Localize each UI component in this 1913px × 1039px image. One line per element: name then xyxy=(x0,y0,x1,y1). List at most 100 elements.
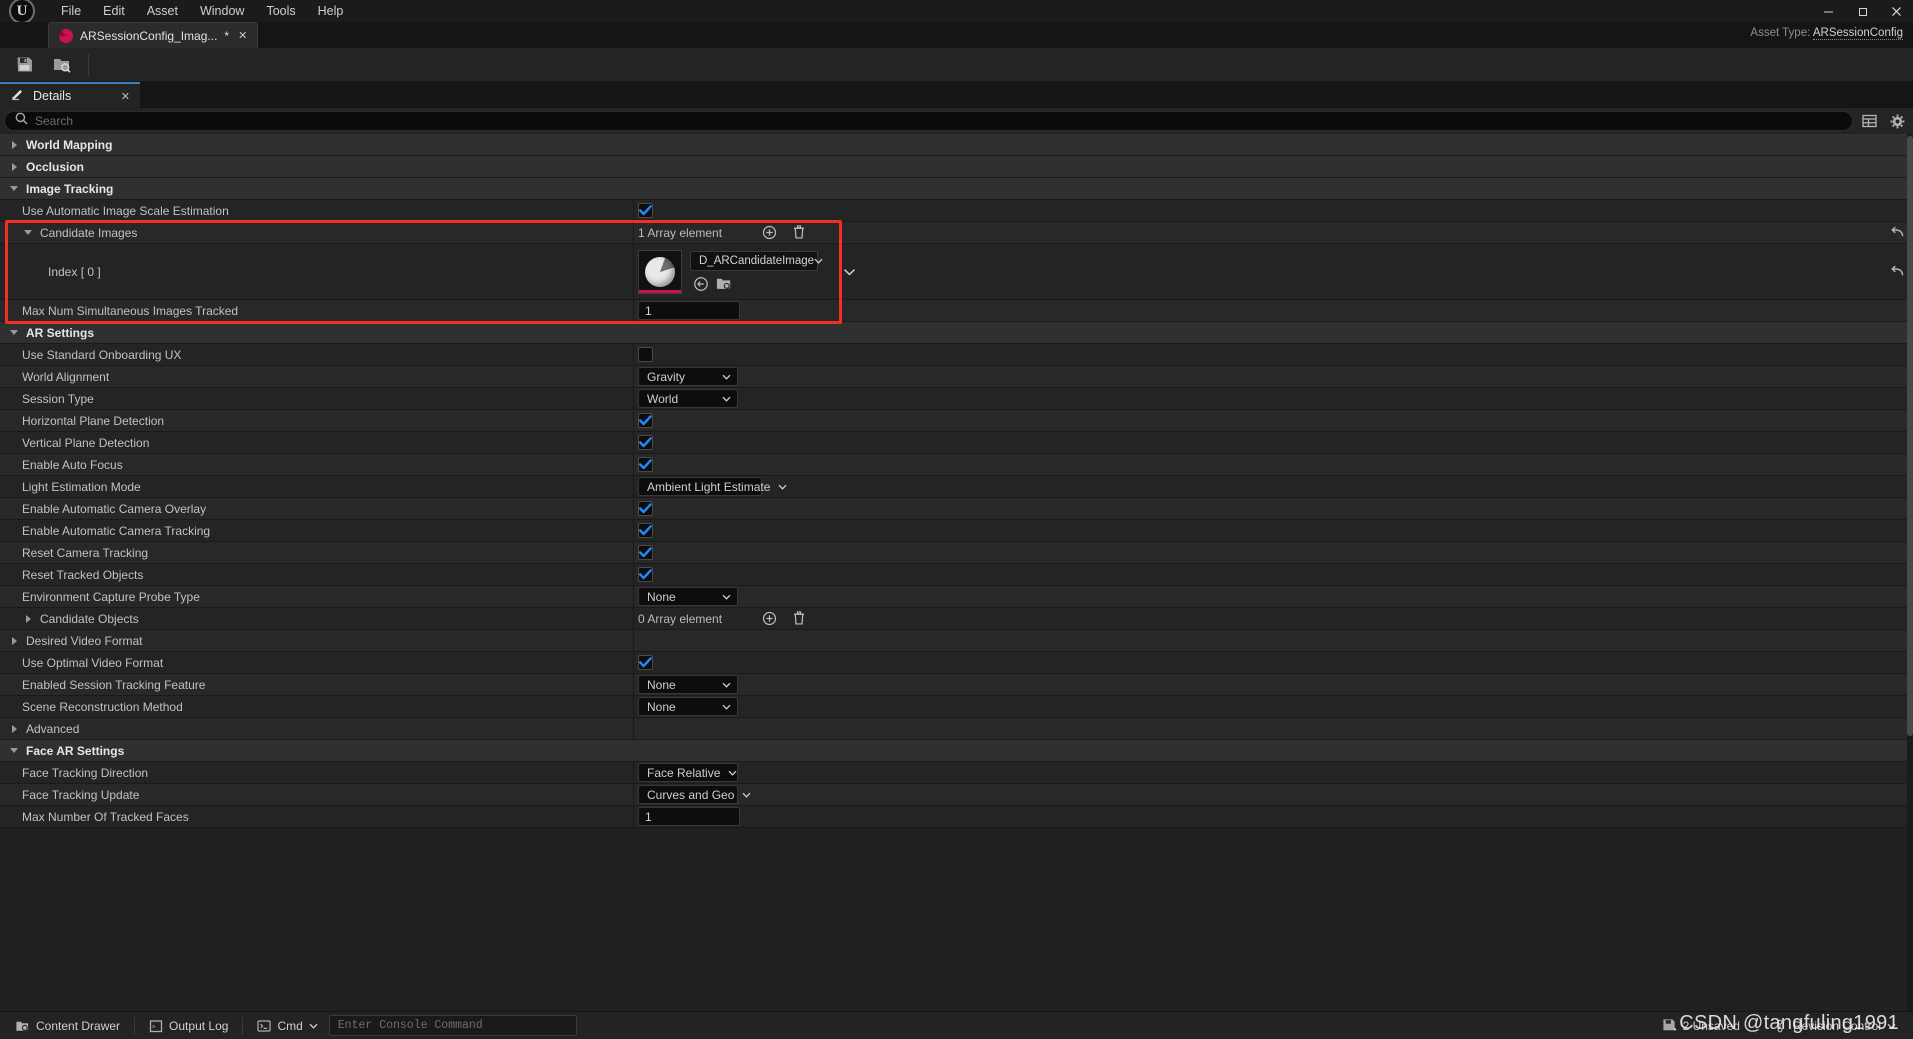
browse-content-icon[interactable] xyxy=(715,275,733,293)
content-drawer-button[interactable]: Content Drawer xyxy=(6,1015,129,1037)
chevron-right-icon[interactable] xyxy=(8,161,20,173)
property-row-max-number-of-tracked-faces[interactable]: Max Number Of Tracked Faces 1 xyxy=(0,806,1913,828)
chevron-right-icon[interactable] xyxy=(8,139,20,151)
property-name-cell: Enable Automatic Camera Tracking xyxy=(0,520,634,541)
property-row-enabled-session-tracking-feature[interactable]: Enabled Session Tracking Feature None xyxy=(0,674,1913,696)
dropdown-face-tracking-update[interactable]: Curves and Geo xyxy=(638,785,751,804)
property-row-light-estimation-mode[interactable]: Light Estimation Mode Ambient Light Estim… xyxy=(0,476,1913,498)
search-box[interactable] xyxy=(4,111,1853,131)
property-row-max-num-simultaneous-images-tracked[interactable]: Max Num Simultaneous Images Tracked 1 xyxy=(0,300,1913,322)
property-row-use-standard-onboarding-ux[interactable]: Use Standard Onboarding UX xyxy=(0,344,1913,366)
browse-to-asset-icon[interactable] xyxy=(46,51,78,79)
minimize-icon[interactable] xyxy=(1811,0,1845,22)
menu-asset[interactable]: Asset xyxy=(136,0,189,22)
checkbox-reset-camera-tracking[interactable] xyxy=(638,545,653,560)
cmd-selector[interactable]: Cmd xyxy=(248,1015,326,1037)
category-header-image-tracking[interactable]: Image Tracking xyxy=(0,178,1913,200)
chevron-right-icon[interactable] xyxy=(8,723,20,735)
reset-to-default-icon[interactable] xyxy=(1891,244,1905,299)
delete-elements-icon[interactable] xyxy=(790,224,808,242)
save-icon[interactable] xyxy=(8,51,40,79)
details-tab-close-icon[interactable]: ✕ xyxy=(121,90,130,103)
dropdown-face-tracking-direction[interactable]: Face Relative xyxy=(638,763,738,782)
property-row-face-tracking-direction[interactable]: Face Tracking Direction Face Relative xyxy=(0,762,1913,784)
menu-file[interactable]: File xyxy=(50,0,92,22)
checkbox-enable-auto-focus[interactable] xyxy=(638,457,653,472)
property-row-vertical-plane-detection[interactable]: Vertical Plane Detection xyxy=(0,432,1913,454)
table-columns-icon[interactable] xyxy=(1857,110,1881,132)
checkbox-use-automatic-image-scale-estimation[interactable] xyxy=(638,203,653,218)
checkbox-use-optimal-video-format[interactable] xyxy=(638,655,653,670)
number-input-max-number-of-tracked-faces[interactable]: 1 xyxy=(638,807,740,826)
property-row-desired-video-format[interactable]: Desired Video Format xyxy=(0,630,1913,652)
property-row-session-type[interactable]: Session Type World xyxy=(0,388,1913,410)
revision-control-button[interactable]: Revision Control xyxy=(1764,1015,1905,1037)
property-row-scene-reconstruction-method[interactable]: Scene Reconstruction Method None xyxy=(0,696,1913,718)
unsaved-assets-button[interactable]: 2 Unsaved xyxy=(1653,1015,1749,1037)
checkbox-enable-automatic-camera-tracking[interactable] xyxy=(638,523,653,538)
chevron-right-icon[interactable] xyxy=(22,613,34,625)
dropdown-world-alignment[interactable]: Gravity xyxy=(638,367,738,386)
reset-to-default-icon[interactable] xyxy=(1891,222,1905,243)
asset-extra-chevron-icon[interactable] xyxy=(840,263,858,281)
close-icon[interactable] xyxy=(1879,0,1913,22)
menu-tools[interactable]: Tools xyxy=(255,0,306,22)
dropdown-enabled-session-tracking-feature[interactable]: None xyxy=(638,675,738,694)
menu-edit[interactable]: Edit xyxy=(92,0,136,22)
add-element-icon[interactable] xyxy=(760,224,778,242)
checkbox-vertical-plane-detection[interactable] xyxy=(638,435,653,450)
property-row-reset-camera-tracking[interactable]: Reset Camera Tracking xyxy=(0,542,1913,564)
gear-icon[interactable] xyxy=(1885,110,1909,132)
delete-elements-icon[interactable] xyxy=(790,610,808,628)
category-header-ar-settings[interactable]: AR Settings xyxy=(0,322,1913,344)
asset-tab-close-icon[interactable]: ✕ xyxy=(236,29,249,42)
checkbox-enable-automatic-camera-overlay[interactable] xyxy=(638,501,653,516)
category-header-occlusion[interactable]: Occlusion xyxy=(0,156,1913,178)
property-row-use-automatic-image-scale-estimation[interactable]: Use Automatic Image Scale Estimation xyxy=(0,200,1913,222)
property-row-candidate-images[interactable]: Candidate Images 1 Array element xyxy=(0,222,1913,244)
console-command-input[interactable] xyxy=(337,1019,568,1032)
checkbox-use-standard-onboarding-ux[interactable] xyxy=(638,347,653,362)
details-property-list[interactable]: World Mapping Occlusion Image Tracking Use … xyxy=(0,134,1913,1011)
details-scrollbar[interactable] xyxy=(1907,134,1913,1011)
search-input[interactable] xyxy=(35,114,1842,128)
checkbox-horizontal-plane-detection[interactable] xyxy=(638,413,653,428)
add-element-icon[interactable] xyxy=(760,610,778,628)
property-row-advanced[interactable]: Advanced xyxy=(0,718,1913,740)
asset-tab[interactable]: ARSessionConfig_Imag... * ✕ xyxy=(48,22,259,48)
property-row-environment-capture-probe-type[interactable]: Environment Capture Probe Type None xyxy=(0,586,1913,608)
menu-window[interactable]: Window xyxy=(189,0,255,22)
dropdown-session-type[interactable]: World xyxy=(638,389,738,408)
dropdown-scene-reconstruction-method[interactable]: None xyxy=(638,697,738,716)
number-input-max-num-simultaneous-images-tracked[interactable]: 1 xyxy=(638,301,740,320)
checkbox-reset-tracked-objects[interactable] xyxy=(638,567,653,582)
property-row-enable-auto-focus[interactable]: Enable Auto Focus xyxy=(0,454,1913,476)
asset-picker-index-0-[interactable]: D_ARCandidateImage xyxy=(690,250,823,271)
dropdown-environment-capture-probe-type[interactable]: None xyxy=(638,587,738,606)
asset-thumbnail[interactable] xyxy=(638,249,682,294)
chevron-right-icon[interactable] xyxy=(8,635,20,647)
property-row-candidate-objects[interactable]: Candidate Objects 0 Array element xyxy=(0,608,1913,630)
tab-details[interactable]: Details ✕ xyxy=(0,82,140,108)
category-header-face-ar-settings[interactable]: Face AR Settings xyxy=(0,740,1913,762)
chevron-down-icon[interactable] xyxy=(8,183,20,195)
property-row-enable-automatic-camera-tracking[interactable]: Enable Automatic Camera Tracking xyxy=(0,520,1913,542)
use-selected-asset-icon[interactable] xyxy=(692,275,710,293)
details-scroll-thumb[interactable] xyxy=(1907,136,1913,736)
dropdown-light-estimation-mode[interactable]: Ambient Light Estimate xyxy=(638,477,787,496)
property-row-world-alignment[interactable]: World Alignment Gravity xyxy=(0,366,1913,388)
console-command-input-wrap[interactable] xyxy=(328,1015,577,1036)
chevron-down-icon[interactable] xyxy=(8,745,20,757)
chevron-down-icon[interactable] xyxy=(8,327,20,339)
property-row-reset-tracked-objects[interactable]: Reset Tracked Objects xyxy=(0,564,1913,586)
chevron-down-icon[interactable] xyxy=(22,227,34,239)
maximize-icon[interactable] xyxy=(1845,0,1879,22)
property-row-index-0-[interactable]: Index [ 0 ] D_ARCandidateImage xyxy=(0,244,1913,300)
property-row-horizontal-plane-detection[interactable]: Horizontal Plane Detection xyxy=(0,410,1913,432)
property-row-enable-automatic-camera-overlay[interactable]: Enable Automatic Camera Overlay xyxy=(0,498,1913,520)
category-header-world-mapping[interactable]: World Mapping xyxy=(0,134,1913,156)
property-row-use-optimal-video-format[interactable]: Use Optimal Video Format xyxy=(0,652,1913,674)
menu-help[interactable]: Help xyxy=(307,0,355,22)
output-log-button[interactable]: > Output Log xyxy=(140,1015,237,1037)
property-row-face-tracking-update[interactable]: Face Tracking Update Curves and Geo xyxy=(0,784,1913,806)
